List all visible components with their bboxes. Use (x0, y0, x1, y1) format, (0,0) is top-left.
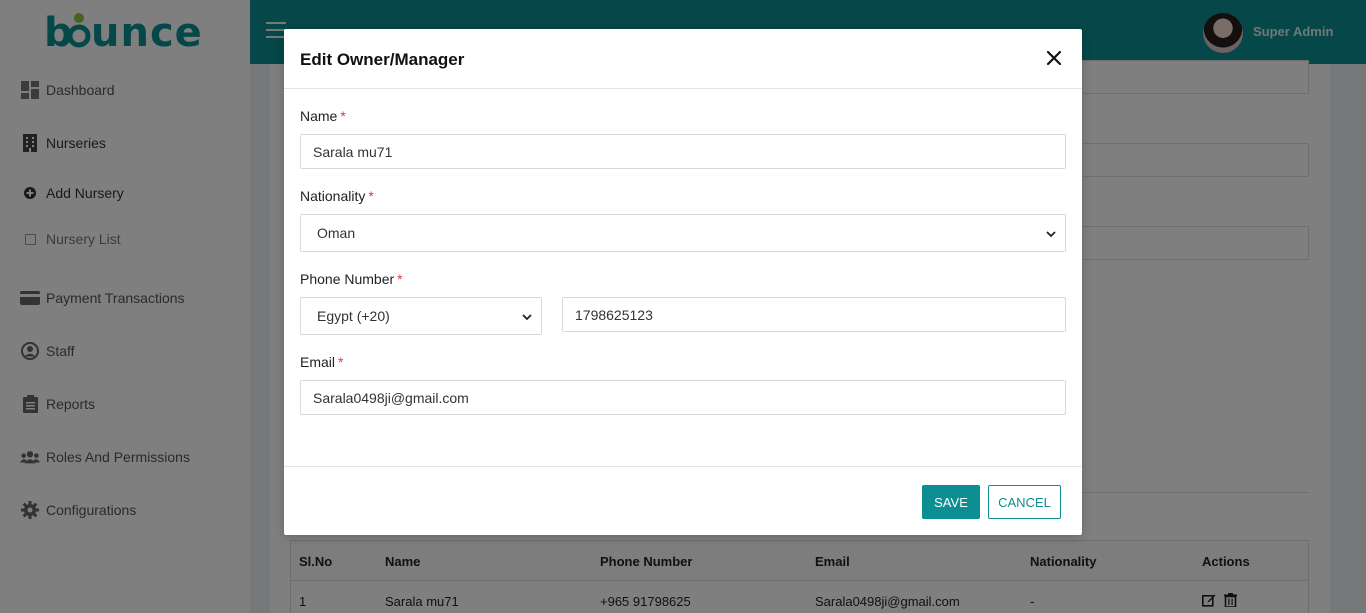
modal-footer: SAVE CANCEL (284, 466, 1082, 535)
chevron-down-icon (1045, 227, 1057, 239)
required-mark: * (368, 188, 374, 204)
email-label: Email * (300, 354, 343, 370)
phone-input[interactable]: 1798625123 (562, 297, 1066, 332)
required-mark: * (397, 271, 403, 287)
name-label: Name * (300, 108, 346, 124)
email-input[interactable]: Sarala0498ji@gmail.com (300, 380, 1066, 415)
cancel-button[interactable]: CANCEL (988, 485, 1061, 519)
email-label-text: Email (300, 354, 336, 370)
nationality-label-text: Nationality (300, 188, 366, 204)
modal-title: Edit Owner/Manager (300, 50, 465, 69)
save-button[interactable]: SAVE (922, 485, 980, 519)
country-code-select-value: Egypt (+20) (317, 308, 390, 324)
nationality-select[interactable]: Oman (300, 214, 1066, 252)
edit-owner-modal: Edit Owner/Manager Name * Sarala mu71 Nat… (284, 29, 1082, 535)
phone-label: Phone Number * (300, 271, 403, 287)
nationality-select-value: Oman (317, 225, 356, 241)
name-label-text: Name (300, 108, 338, 124)
country-code-select[interactable]: Egypt (+20) (300, 297, 542, 335)
required-mark: * (340, 108, 346, 124)
close-icon[interactable] (1044, 48, 1064, 68)
chevron-down-icon (521, 310, 533, 322)
phone-label-text: Phone Number (300, 271, 395, 287)
modal-header: Edit Owner/Manager (284, 29, 1082, 89)
nationality-label: Nationality * (300, 188, 374, 204)
required-mark: * (338, 354, 344, 370)
name-input[interactable]: Sarala mu71 (300, 134, 1066, 169)
